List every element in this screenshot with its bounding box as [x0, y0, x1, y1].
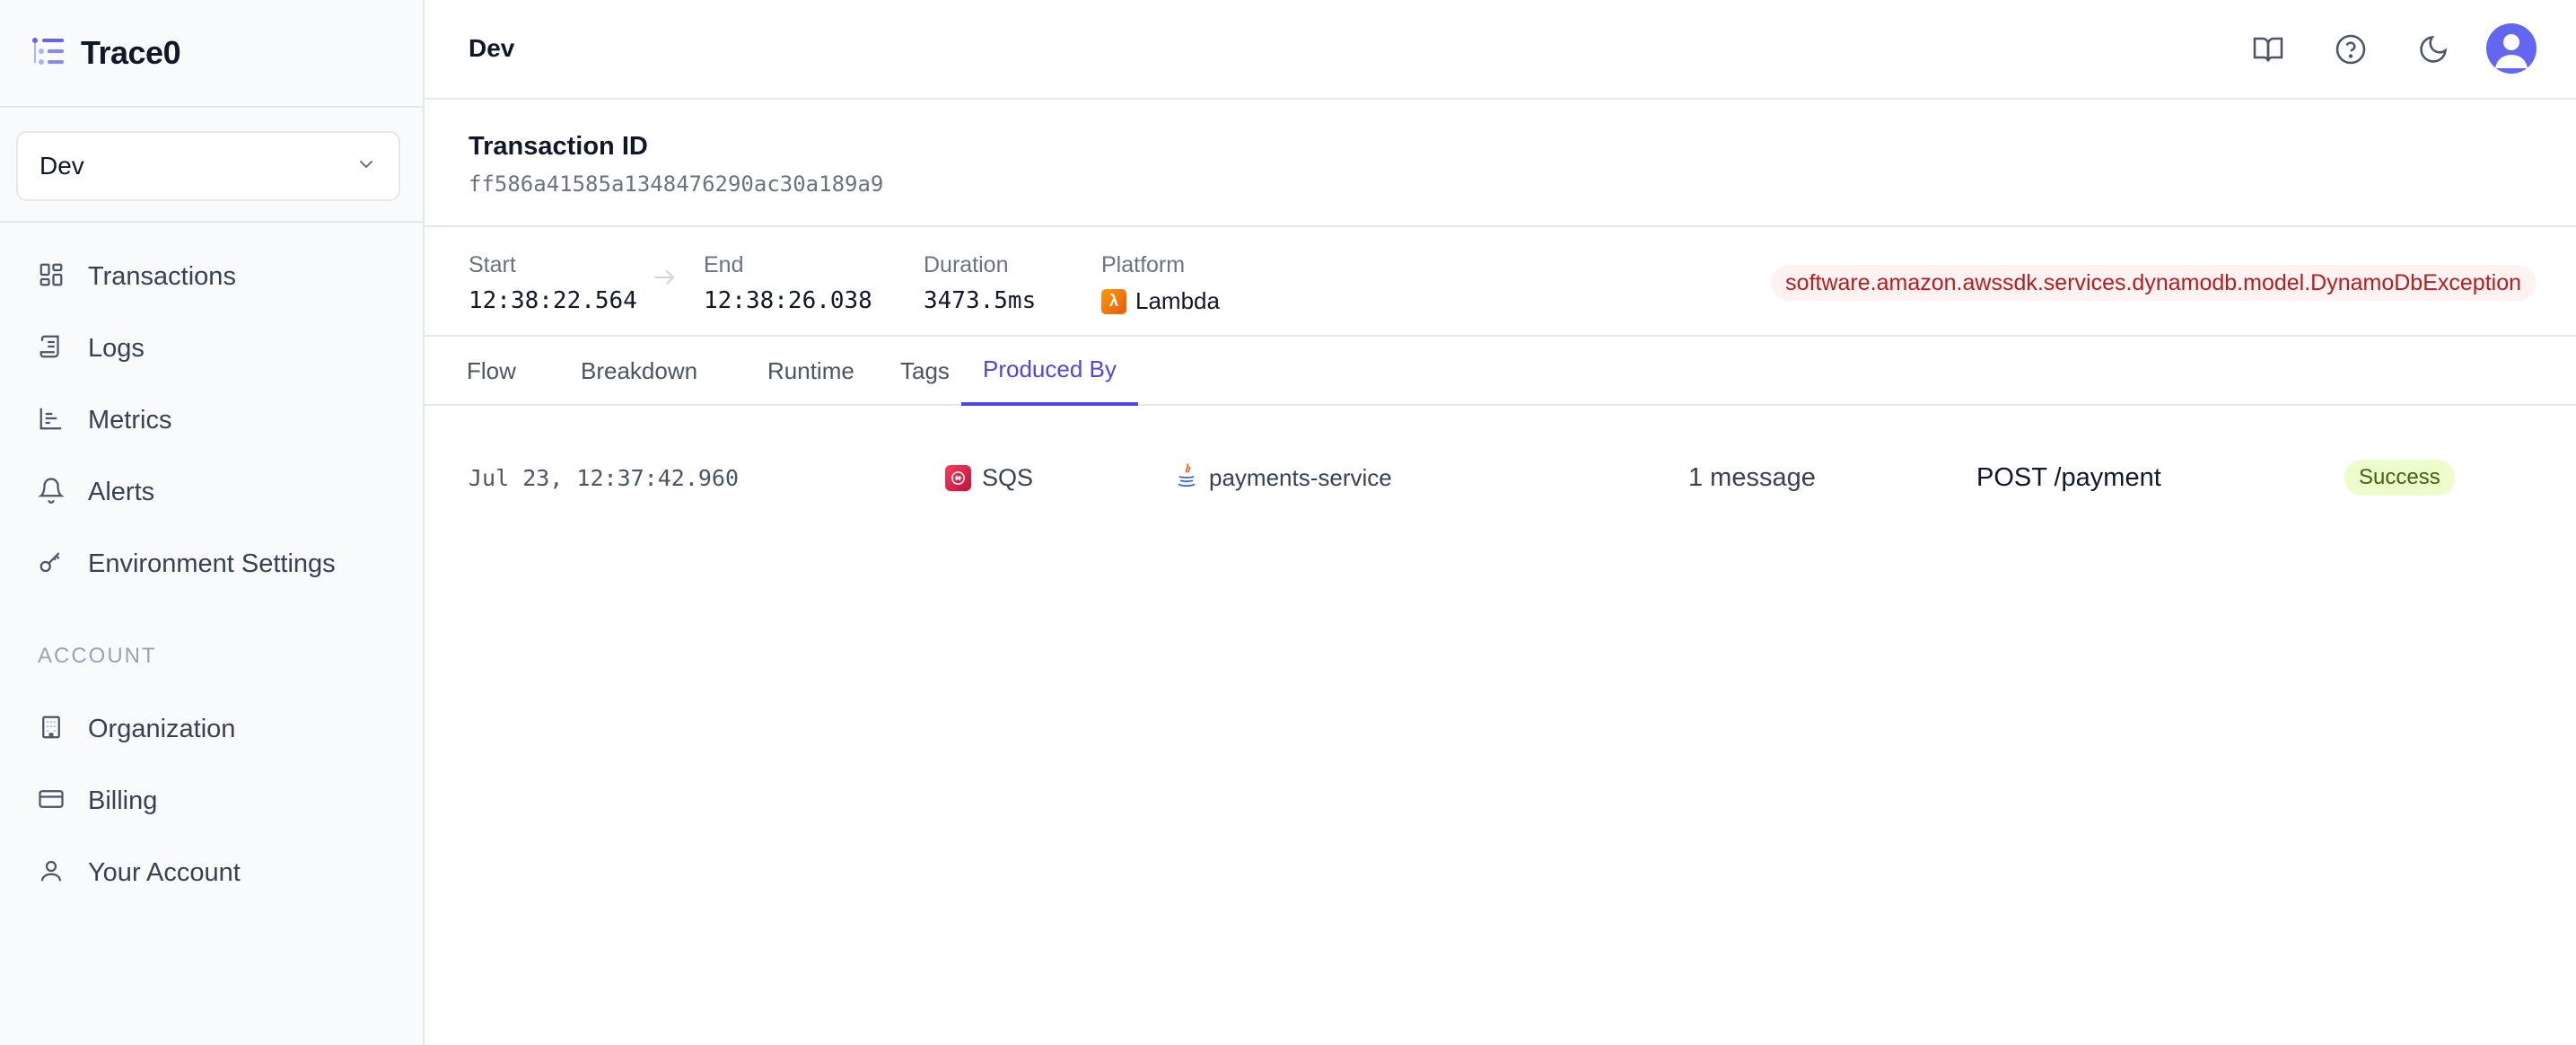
row-endpoint: POST /payment — [1976, 440, 2161, 515]
sidebar-item-logs[interactable]: Logs — [0, 317, 423, 380]
lambda-icon: λ — [1101, 288, 1126, 314]
tab-bar: Flow Breakdown Runtime Tags Produced By — [425, 337, 2576, 406]
transaction-meta: Start 12:38:22.564 End 12:38:26.038 Dura… — [425, 227, 2576, 337]
bell-icon — [38, 477, 65, 508]
app-name: Trace0 — [81, 34, 181, 71]
moon-icon[interactable] — [2411, 27, 2456, 72]
sidebar-divider — [0, 106, 423, 108]
avatar[interactable] — [2486, 23, 2537, 74]
sidebar-item-billing[interactable]: Billing — [0, 769, 423, 832]
sidebar-item-label: Metrics — [88, 405, 172, 435]
sidebar-item-label: Billing — [88, 786, 158, 815]
arrow-right-icon — [653, 267, 678, 293]
row-messages: 1 message — [1688, 440, 1816, 515]
sidebar-item-alerts[interactable]: Alerts — [0, 461, 423, 523]
sidebar-item-label: Organization — [88, 714, 236, 743]
transactions-icon — [38, 261, 65, 293]
tab-runtime[interactable]: Runtime — [746, 337, 876, 406]
credit-card-icon — [38, 786, 65, 817]
sidebar-item-label: Logs — [88, 333, 145, 363]
transaction-id-label: Transaction ID — [469, 132, 648, 161]
app-logo[interactable]: Trace0 — [32, 34, 181, 72]
source-name: SQS — [982, 463, 1034, 491]
user-icon — [38, 857, 65, 889]
row-service[interactable]: payments-service — [1175, 440, 1392, 515]
sidebar-item-transactions[interactable]: Transactions — [0, 245, 423, 308]
sidebar-item-label: Alerts — [88, 477, 155, 506]
tab-tags[interactable]: Tags — [879, 337, 971, 406]
sidebar-divider — [0, 221, 423, 223]
tab-breakdown[interactable]: Breakdown — [559, 337, 719, 406]
end-label: End — [704, 252, 744, 277]
row-source: SQS — [945, 440, 1033, 515]
platform-value: λ Lambda — [1101, 287, 1220, 315]
sidebar-item-label: Transactions — [88, 261, 236, 291]
duration-field: Duration 3473.5ms — [924, 252, 1036, 314]
platform-label: Platform — [1101, 252, 1186, 277]
topbar: Dev — [425, 0, 2576, 100]
help-icon[interactable] — [2328, 27, 2373, 72]
environment-select-value: Dev — [39, 152, 84, 180]
sidebar-item-environment-settings[interactable]: Environment Settings — [0, 532, 423, 595]
end-value: 12:38:26.038 — [704, 287, 872, 314]
key-icon — [38, 549, 65, 580]
account-section-label: ACCOUNT — [38, 644, 157, 668]
page-title: Dev — [469, 34, 515, 62]
start-label: Start — [469, 252, 516, 277]
sqs-icon — [945, 464, 971, 491]
environment-select[interactable]: Dev — [16, 131, 400, 201]
book-icon[interactable] — [2246, 27, 2291, 72]
duration-label: Duration — [924, 252, 1009, 277]
start-field: Start 12:38:22.564 — [469, 252, 637, 314]
error-badge[interactable]: software.amazon.awssdk.services.dynamodb… — [1771, 265, 2536, 301]
platform-name: Lambda — [1135, 287, 1220, 314]
java-icon — [1175, 462, 1198, 494]
transaction-header: Transaction ID ff586a41585a1348476290ac3… — [425, 100, 2576, 227]
sidebar-item-metrics[interactable]: Metrics — [0, 389, 423, 452]
sidebar-item-your-account[interactable]: Your Account — [0, 841, 423, 904]
duration-value: 3473.5ms — [924, 287, 1037, 314]
transaction-id-value[interactable]: ff586a41585a1348476290ac30a189a9 — [469, 171, 883, 197]
platform-field: Platform λ Lambda — [1101, 252, 1220, 315]
metrics-icon — [38, 405, 65, 436]
row-timestamp: Jul 23, 12:37:42.960 — [469, 440, 739, 515]
table-row[interactable]: Jul 23, 12:37:42.960 SQS payments-servic… — [425, 440, 2576, 515]
sidebar-item-label: Your Account — [88, 857, 241, 887]
endpoint: POST /payment — [1976, 462, 2161, 492]
timestamp-value: Jul 23, 12:37:42.960 — [469, 464, 740, 491]
row-status: Success — [2344, 440, 2455, 515]
service-name: payments-service — [1209, 463, 1392, 491]
sidebar-item-label: Environment Settings — [88, 549, 336, 578]
sidebar: Trace0 Dev Transactions Logs Metrics Ale… — [0, 0, 425, 1045]
end-field: End 12:38:26.038 — [704, 252, 872, 314]
chevron-down-icon — [357, 155, 375, 178]
logs-icon — [38, 333, 65, 364]
sidebar-item-organization[interactable]: Organization — [0, 698, 423, 760]
start-value: 12:38:22.564 — [469, 287, 637, 314]
message-count: 1 message — [1688, 462, 1816, 492]
building-icon — [38, 714, 65, 745]
tab-flow[interactable]: Flow — [445, 337, 538, 406]
logo-icon — [32, 37, 65, 70]
status-badge: Success — [2344, 460, 2455, 496]
tab-produced-by[interactable]: Produced By — [961, 337, 1138, 406]
